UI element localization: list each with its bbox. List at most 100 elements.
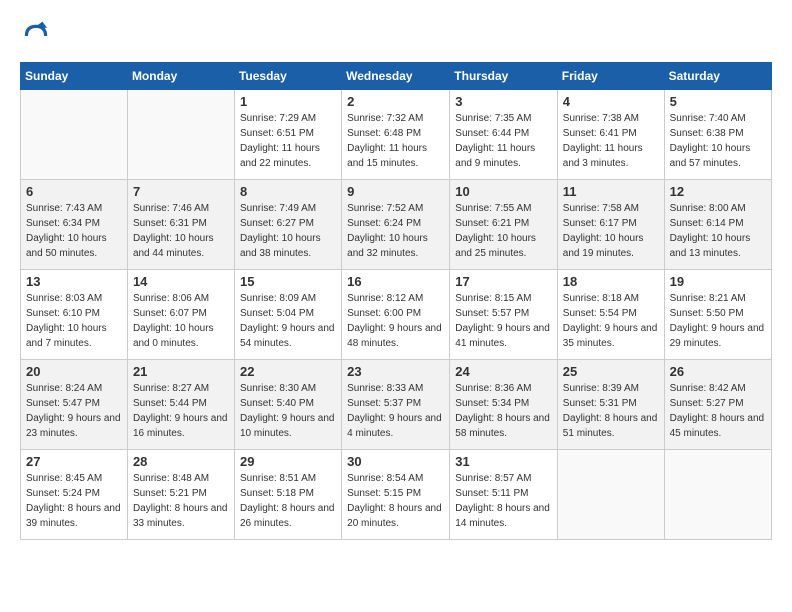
calendar-cell: 27 Sunrise: 8:45 AMSunset: 5:24 PMDaylig… bbox=[21, 450, 128, 540]
day-number: 8 bbox=[240, 184, 336, 199]
weekday-header: Wednesday bbox=[342, 63, 450, 90]
day-info: Sunrise: 8:24 AMSunset: 5:47 PMDaylight:… bbox=[26, 381, 122, 441]
day-number: 17 bbox=[455, 274, 552, 289]
calendar-cell bbox=[557, 450, 664, 540]
calendar-cell bbox=[127, 90, 234, 180]
day-number: 21 bbox=[133, 364, 229, 379]
day-info: Sunrise: 7:38 AMSunset: 6:41 PMDaylight:… bbox=[563, 111, 659, 171]
day-info: Sunrise: 8:33 AMSunset: 5:37 PMDaylight:… bbox=[347, 381, 444, 441]
day-info: Sunrise: 8:27 AMSunset: 5:44 PMDaylight:… bbox=[133, 381, 229, 441]
day-number: 27 bbox=[26, 454, 122, 469]
day-info: Sunrise: 7:55 AMSunset: 6:21 PMDaylight:… bbox=[455, 201, 552, 261]
day-number: 20 bbox=[26, 364, 122, 379]
day-number: 29 bbox=[240, 454, 336, 469]
day-number: 24 bbox=[455, 364, 552, 379]
calendar-cell: 4 Sunrise: 7:38 AMSunset: 6:41 PMDayligh… bbox=[557, 90, 664, 180]
day-info: Sunrise: 7:29 AMSunset: 6:51 PMDaylight:… bbox=[240, 111, 336, 171]
weekday-header: Friday bbox=[557, 63, 664, 90]
day-info: Sunrise: 8:00 AMSunset: 6:14 PMDaylight:… bbox=[670, 201, 766, 261]
calendar-week-row: 1 Sunrise: 7:29 AMSunset: 6:51 PMDayligh… bbox=[21, 90, 772, 180]
weekday-header: Sunday bbox=[21, 63, 128, 90]
day-info: Sunrise: 7:52 AMSunset: 6:24 PMDaylight:… bbox=[347, 201, 444, 261]
calendar-cell: 26 Sunrise: 8:42 AMSunset: 5:27 PMDaylig… bbox=[664, 360, 771, 450]
day-number: 22 bbox=[240, 364, 336, 379]
header-row: SundayMondayTuesdayWednesdayThursdayFrid… bbox=[21, 63, 772, 90]
day-number: 25 bbox=[563, 364, 659, 379]
day-number: 3 bbox=[455, 94, 552, 109]
calendar-cell: 19 Sunrise: 8:21 AMSunset: 5:50 PMDaylig… bbox=[664, 270, 771, 360]
day-number: 16 bbox=[347, 274, 444, 289]
day-number: 4 bbox=[563, 94, 659, 109]
calendar-cell: 17 Sunrise: 8:15 AMSunset: 5:57 PMDaylig… bbox=[450, 270, 558, 360]
calendar-week-row: 27 Sunrise: 8:45 AMSunset: 5:24 PMDaylig… bbox=[21, 450, 772, 540]
day-number: 19 bbox=[670, 274, 766, 289]
day-number: 2 bbox=[347, 94, 444, 109]
calendar-cell: 21 Sunrise: 8:27 AMSunset: 5:44 PMDaylig… bbox=[127, 360, 234, 450]
day-number: 13 bbox=[26, 274, 122, 289]
day-info: Sunrise: 7:46 AMSunset: 6:31 PMDaylight:… bbox=[133, 201, 229, 261]
day-info: Sunrise: 7:32 AMSunset: 6:48 PMDaylight:… bbox=[347, 111, 444, 171]
calendar-cell: 6 Sunrise: 7:43 AMSunset: 6:34 PMDayligh… bbox=[21, 180, 128, 270]
day-number: 9 bbox=[347, 184, 444, 199]
day-info: Sunrise: 8:06 AMSunset: 6:07 PMDaylight:… bbox=[133, 291, 229, 351]
calendar-cell: 7 Sunrise: 7:46 AMSunset: 6:31 PMDayligh… bbox=[127, 180, 234, 270]
day-info: Sunrise: 8:45 AMSunset: 5:24 PMDaylight:… bbox=[26, 471, 122, 531]
day-info: Sunrise: 8:36 AMSunset: 5:34 PMDaylight:… bbox=[455, 381, 552, 441]
day-info: Sunrise: 8:12 AMSunset: 6:00 PMDaylight:… bbox=[347, 291, 444, 351]
day-info: Sunrise: 8:21 AMSunset: 5:50 PMDaylight:… bbox=[670, 291, 766, 351]
day-info: Sunrise: 7:43 AMSunset: 6:34 PMDaylight:… bbox=[26, 201, 122, 261]
calendar-cell: 28 Sunrise: 8:48 AMSunset: 5:21 PMDaylig… bbox=[127, 450, 234, 540]
calendar-cell: 14 Sunrise: 8:06 AMSunset: 6:07 PMDaylig… bbox=[127, 270, 234, 360]
day-info: Sunrise: 8:03 AMSunset: 6:10 PMDaylight:… bbox=[26, 291, 122, 351]
day-info: Sunrise: 8:15 AMSunset: 5:57 PMDaylight:… bbox=[455, 291, 552, 351]
calendar-cell: 15 Sunrise: 8:09 AMSunset: 5:04 PMDaylig… bbox=[234, 270, 341, 360]
day-info: Sunrise: 7:40 AMSunset: 6:38 PMDaylight:… bbox=[670, 111, 766, 171]
calendar-cell: 2 Sunrise: 7:32 AMSunset: 6:48 PMDayligh… bbox=[342, 90, 450, 180]
day-number: 5 bbox=[670, 94, 766, 109]
page-header bbox=[20, 20, 772, 52]
weekday-header: Tuesday bbox=[234, 63, 341, 90]
day-info: Sunrise: 8:09 AMSunset: 5:04 PMDaylight:… bbox=[240, 291, 336, 351]
logo-icon bbox=[20, 20, 52, 52]
day-info: Sunrise: 8:54 AMSunset: 5:15 PMDaylight:… bbox=[347, 471, 444, 531]
calendar-cell: 13 Sunrise: 8:03 AMSunset: 6:10 PMDaylig… bbox=[21, 270, 128, 360]
day-info: Sunrise: 8:48 AMSunset: 5:21 PMDaylight:… bbox=[133, 471, 229, 531]
day-number: 14 bbox=[133, 274, 229, 289]
day-info: Sunrise: 7:49 AMSunset: 6:27 PMDaylight:… bbox=[240, 201, 336, 261]
calendar-cell: 3 Sunrise: 7:35 AMSunset: 6:44 PMDayligh… bbox=[450, 90, 558, 180]
day-info: Sunrise: 8:18 AMSunset: 5:54 PMDaylight:… bbox=[563, 291, 659, 351]
calendar-cell bbox=[21, 90, 128, 180]
calendar-cell: 1 Sunrise: 7:29 AMSunset: 6:51 PMDayligh… bbox=[234, 90, 341, 180]
day-number: 12 bbox=[670, 184, 766, 199]
day-info: Sunrise: 7:35 AMSunset: 6:44 PMDaylight:… bbox=[455, 111, 552, 171]
calendar-cell: 9 Sunrise: 7:52 AMSunset: 6:24 PMDayligh… bbox=[342, 180, 450, 270]
day-number: 31 bbox=[455, 454, 552, 469]
calendar-cell: 16 Sunrise: 8:12 AMSunset: 6:00 PMDaylig… bbox=[342, 270, 450, 360]
day-info: Sunrise: 8:30 AMSunset: 5:40 PMDaylight:… bbox=[240, 381, 336, 441]
calendar-cell: 24 Sunrise: 8:36 AMSunset: 5:34 PMDaylig… bbox=[450, 360, 558, 450]
calendar-cell: 31 Sunrise: 8:57 AMSunset: 5:11 PMDaylig… bbox=[450, 450, 558, 540]
calendar-week-row: 13 Sunrise: 8:03 AMSunset: 6:10 PMDaylig… bbox=[21, 270, 772, 360]
day-info: Sunrise: 7:58 AMSunset: 6:17 PMDaylight:… bbox=[563, 201, 659, 261]
calendar-cell: 8 Sunrise: 7:49 AMSunset: 6:27 PMDayligh… bbox=[234, 180, 341, 270]
calendar-cell: 30 Sunrise: 8:54 AMSunset: 5:15 PMDaylig… bbox=[342, 450, 450, 540]
calendar-cell: 12 Sunrise: 8:00 AMSunset: 6:14 PMDaylig… bbox=[664, 180, 771, 270]
calendar-cell: 23 Sunrise: 8:33 AMSunset: 5:37 PMDaylig… bbox=[342, 360, 450, 450]
calendar-cell: 29 Sunrise: 8:51 AMSunset: 5:18 PMDaylig… bbox=[234, 450, 341, 540]
calendar-cell: 20 Sunrise: 8:24 AMSunset: 5:47 PMDaylig… bbox=[21, 360, 128, 450]
day-info: Sunrise: 8:57 AMSunset: 5:11 PMDaylight:… bbox=[455, 471, 552, 531]
day-number: 11 bbox=[563, 184, 659, 199]
day-number: 10 bbox=[455, 184, 552, 199]
day-number: 30 bbox=[347, 454, 444, 469]
calendar-cell: 5 Sunrise: 7:40 AMSunset: 6:38 PMDayligh… bbox=[664, 90, 771, 180]
weekday-header: Thursday bbox=[450, 63, 558, 90]
weekday-header: Saturday bbox=[664, 63, 771, 90]
calendar-cell: 25 Sunrise: 8:39 AMSunset: 5:31 PMDaylig… bbox=[557, 360, 664, 450]
day-number: 23 bbox=[347, 364, 444, 379]
day-info: Sunrise: 8:42 AMSunset: 5:27 PMDaylight:… bbox=[670, 381, 766, 441]
calendar-body: 1 Sunrise: 7:29 AMSunset: 6:51 PMDayligh… bbox=[21, 90, 772, 540]
day-info: Sunrise: 8:39 AMSunset: 5:31 PMDaylight:… bbox=[563, 381, 659, 441]
calendar-cell: 18 Sunrise: 8:18 AMSunset: 5:54 PMDaylig… bbox=[557, 270, 664, 360]
weekday-header: Monday bbox=[127, 63, 234, 90]
calendar-cell: 22 Sunrise: 8:30 AMSunset: 5:40 PMDaylig… bbox=[234, 360, 341, 450]
